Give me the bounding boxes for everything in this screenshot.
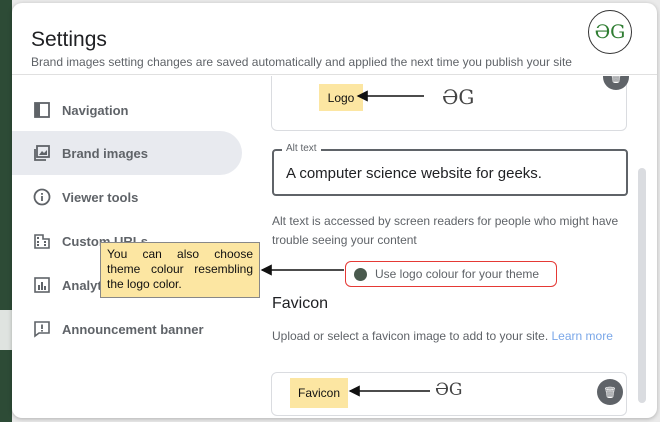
sidebar-item-label: Announcement banner [62,321,204,337]
image-icon [32,143,52,163]
sidebar-item-label: Brand images [62,145,148,161]
trash-icon: 🗑 [609,76,623,84]
sidebar-item-brand-images[interactable]: Brand images [12,131,242,175]
delete-favicon-button[interactable]: 🗑 [597,379,623,405]
favicon-help-text: Upload or select a favicon image to add … [272,329,549,343]
logo-colour-label: Use logo colour for your theme [375,267,540,281]
learn-more-link[interactable]: Learn more [552,329,613,343]
logo-colour-toggle[interactable]: Use logo colour for your theme [345,261,557,287]
site-logo-avatar[interactable]: ƏG [588,10,632,54]
favicon-help: Upload or select a favicon image to add … [272,327,627,346]
radio-button[interactable] [354,267,367,281]
page-title: Settings [31,28,107,51]
page-subtitle: Brand images setting changes are saved a… [31,55,572,69]
logo-preview: ƏG [442,85,475,109]
favicon-preview: ƏG [435,380,463,400]
favicon-upload-card[interactable]: Favicon ƏG 🗑 [271,372,627,416]
settings-dialog: Settings Brand images setting changes ar… [12,3,657,418]
sidebar-item-label: Viewer tools [62,189,139,205]
building-icon [32,231,52,251]
announcement-icon [32,319,52,339]
dialog-header: Settings Brand images setting changes ar… [12,3,657,75]
alt-text-field[interactable]: Alt text A computer science website for … [272,143,628,196]
favicon-heading: Favicon [272,295,329,312]
logo-callout: Logo [319,84,363,111]
annotation-note: You can also choose theme colour resembl… [100,242,260,298]
logo-upload-card[interactable]: Logo ƏG 🗑 [271,76,629,131]
navigation-icon [32,100,52,120]
sidebar-item-navigation[interactable]: Navigation [12,88,242,132]
sidebar-item-label: Navigation [62,102,129,118]
brand-images-panel: Logo ƏG 🗑 Alt text A computer science we… [260,76,640,418]
background-strip [0,0,12,422]
alt-text-help: Alt text is accessed by screen readers f… [272,214,619,247]
sidebar-item-label: Analyti [62,277,106,293]
delete-logo-button[interactable]: 🗑 [603,76,629,90]
sidebar-item-announcement-banner[interactable]: Announcement banner [12,307,242,351]
sidebar-item-viewer-tools[interactable]: Viewer tools [12,175,242,219]
alt-text-label: Alt text [282,143,321,154]
alt-text-value: A computer science website for geeks. [286,165,542,182]
analytics-icon [32,275,52,295]
favicon-callout: Favicon [290,378,348,408]
info-icon [32,187,52,207]
scrollbar[interactable] [638,168,646,403]
trash-icon: 🗑 [603,386,617,399]
